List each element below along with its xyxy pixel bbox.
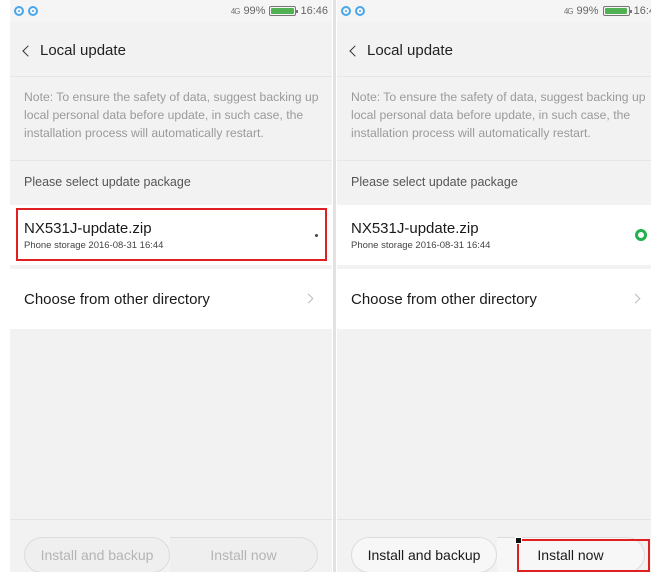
left-phone-screen: 4G 99% 16:46 Local update Note: To ensur…: [10, 0, 332, 572]
notification-icon: [341, 6, 351, 16]
safety-note: Note: To ensure the safety of data, sugg…: [337, 76, 651, 156]
package-meta: Phone storage 2016-08-31 16:44: [351, 240, 491, 251]
action-bar: Install and backup Install now: [337, 519, 651, 572]
page-title: Local update: [40, 41, 126, 59]
right-phone-screen: 4G 99% 16:4 Local update Note: To ensure…: [337, 0, 651, 572]
radio-unselected-icon[interactable]: [315, 234, 318, 237]
screen-divider: [333, 0, 336, 572]
tap-indicator-icon: [515, 537, 522, 544]
back-chevron-icon[interactable]: [22, 44, 34, 57]
notification-icon: [355, 6, 365, 16]
status-time: 16:4: [633, 5, 651, 17]
radio-selected-icon[interactable]: [635, 229, 647, 241]
safety-note: Note: To ensure the safety of data, sugg…: [10, 76, 332, 156]
install-and-backup-button[interactable]: Install and backup: [24, 537, 170, 572]
package-item[interactable]: NX531J-update.zip Phone storage 2016-08-…: [10, 205, 332, 265]
install-now-button[interactable]: Install now: [170, 537, 318, 572]
signal-icon: 4G: [563, 6, 574, 16]
signal-icon: 4G: [230, 6, 241, 16]
battery-icon: [602, 6, 632, 16]
choose-other-directory-label: Choose from other directory: [24, 290, 210, 308]
section-label: Please select update package: [10, 160, 332, 202]
choose-other-directory[interactable]: Choose from other directory: [10, 269, 332, 329]
page-title: Local update: [367, 41, 453, 59]
notification-icon: [14, 6, 24, 16]
notification-icon: [28, 6, 38, 16]
battery-percent: 99%: [576, 5, 599, 17]
choose-other-directory[interactable]: Choose from other directory: [337, 269, 651, 329]
chevron-right-icon: [303, 293, 314, 304]
section-label: Please select update package: [337, 160, 651, 202]
package-meta: Phone storage 2016-08-31 16:44: [24, 240, 164, 251]
status-time: 16:46: [300, 5, 328, 17]
battery-percent: 99%: [243, 5, 266, 17]
action-bar: Install and backup Install now: [10, 519, 332, 572]
status-bar: 4G 99% 16:46: [10, 0, 332, 22]
back-chevron-icon[interactable]: [349, 44, 361, 57]
package-name: NX531J-update.zip: [24, 220, 152, 237]
package-name: NX531J-update.zip: [351, 220, 479, 237]
battery-icon: [269, 6, 299, 16]
status-bar: 4G 99% 16:4: [337, 0, 651, 22]
header: Local update: [10, 26, 332, 74]
install-and-backup-button[interactable]: Install and backup: [351, 537, 497, 572]
package-item[interactable]: NX531J-update.zip Phone storage 2016-08-…: [337, 205, 651, 265]
chevron-right-icon: [630, 293, 641, 304]
header: Local update: [337, 26, 651, 74]
choose-other-directory-label: Choose from other directory: [351, 290, 537, 308]
